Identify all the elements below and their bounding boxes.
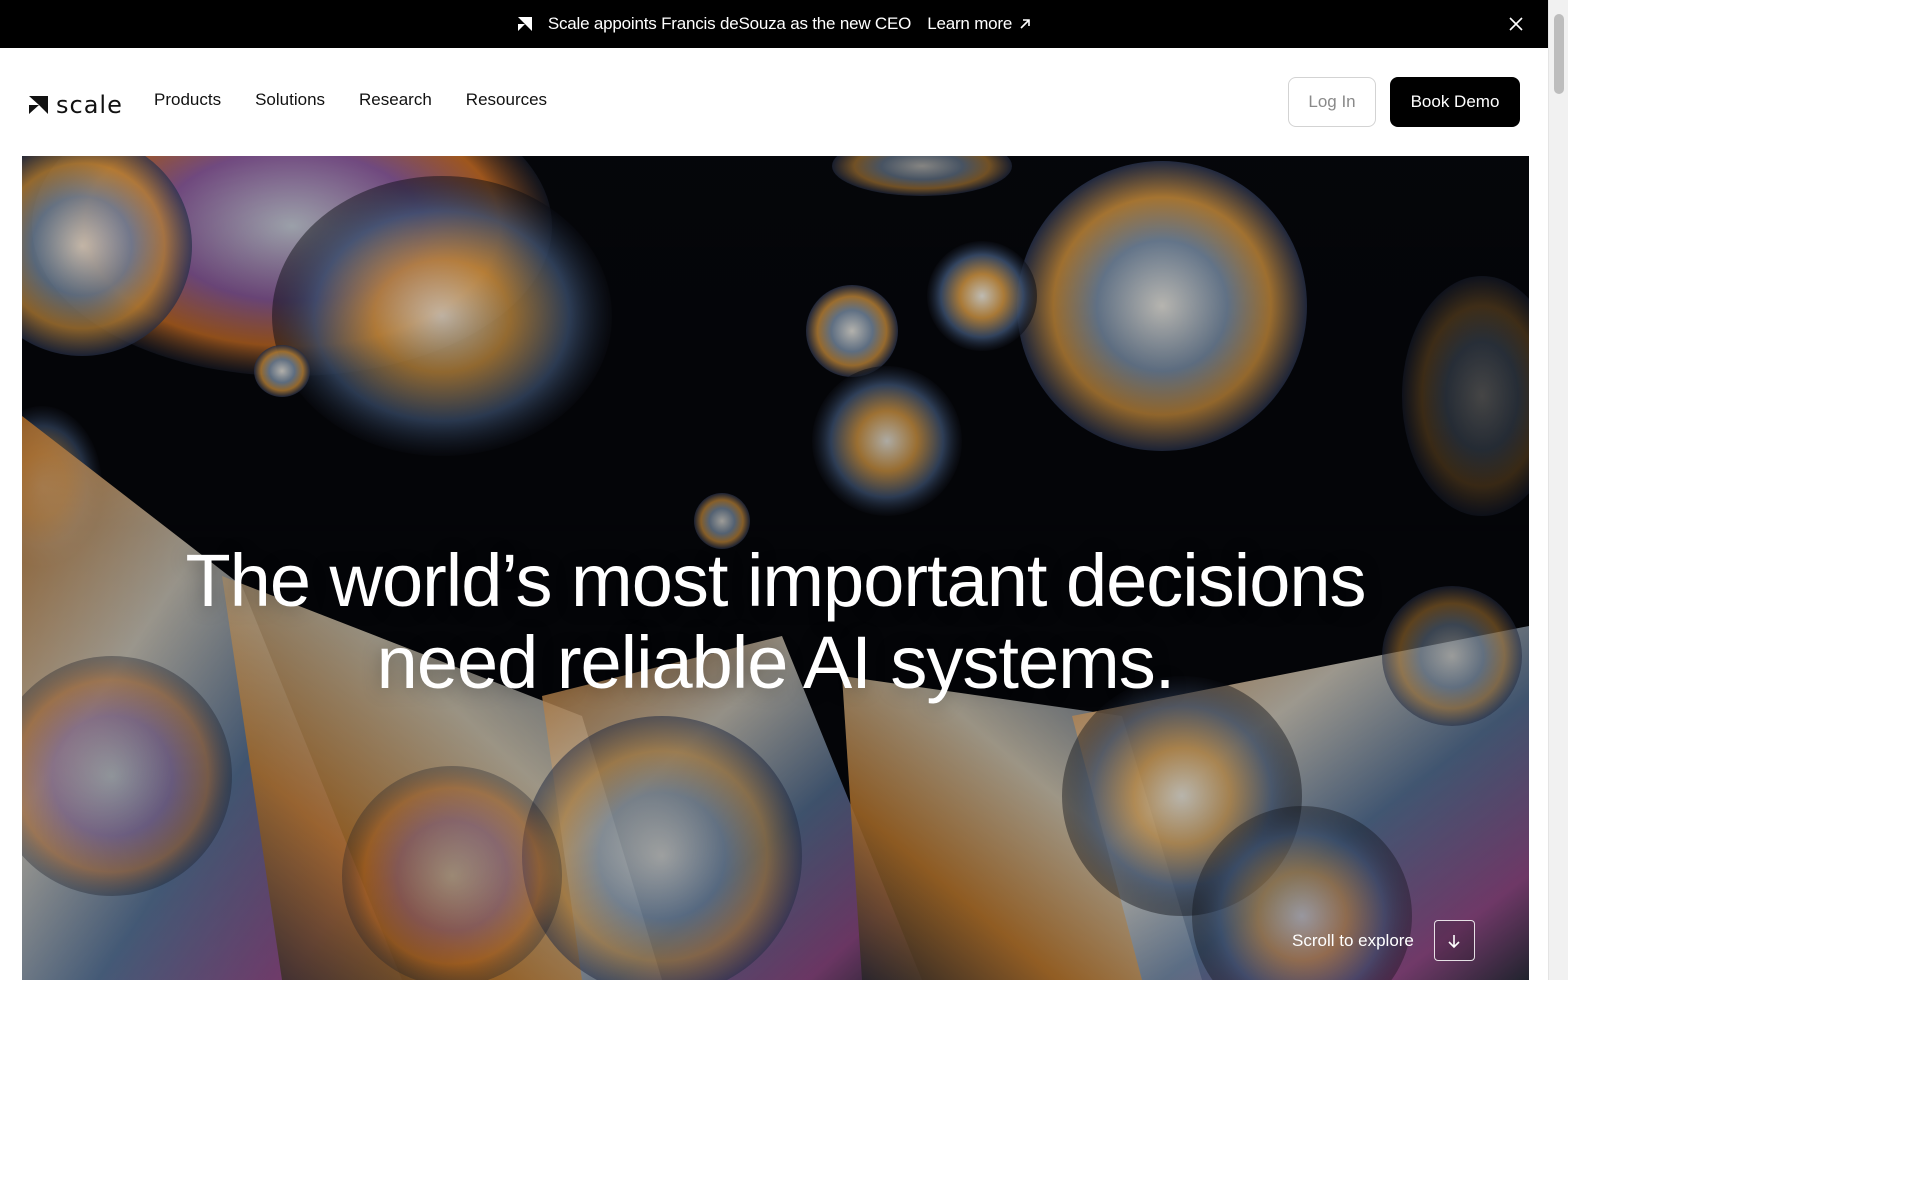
learn-more-link[interactable]: Learn more bbox=[927, 14, 1032, 34]
scale-logo-icon bbox=[517, 17, 532, 31]
brand-wordmark: scale bbox=[56, 91, 123, 119]
scrollbar-thumb[interactable] bbox=[1554, 14, 1564, 94]
hero-headline: The world’s most important decisions nee… bbox=[22, 540, 1529, 704]
announcement-text: Scale appoints Francis deSouza as the ne… bbox=[547, 14, 912, 33]
close-icon[interactable] bbox=[1506, 14, 1526, 34]
hero-headline-line-1: The world’s most important decisions bbox=[185, 539, 1366, 622]
site-header: scale Products Solutions Research Resour… bbox=[0, 48, 1548, 156]
hero-section: The world’s most important decisions nee… bbox=[22, 156, 1529, 980]
arrow-up-right-icon bbox=[1020, 19, 1030, 29]
scroll-to-explore[interactable]: Scroll to explore bbox=[1292, 920, 1475, 961]
announcement-bar: Scale appoints Francis deSouza as the ne… bbox=[0, 0, 1548, 48]
login-button[interactable]: Log In bbox=[1288, 77, 1376, 127]
nav-research[interactable]: Research bbox=[359, 90, 432, 110]
scroll-down-button[interactable] bbox=[1433, 920, 1475, 961]
nav-resources[interactable]: Resources bbox=[466, 90, 547, 110]
nav-solutions[interactable]: Solutions bbox=[255, 90, 325, 110]
book-demo-button[interactable]: Book Demo bbox=[1390, 77, 1520, 127]
page-scrollbar[interactable] bbox=[1548, 0, 1568, 980]
scroll-label: Scroll to explore bbox=[1292, 930, 1414, 950]
nav-products[interactable]: Products bbox=[154, 90, 221, 110]
main-nav: Products Solutions Research Resources bbox=[154, 90, 547, 110]
brand-logo[interactable]: scale bbox=[28, 91, 123, 119]
learn-more-label: Learn more bbox=[927, 14, 1013, 33]
hero-headline-line-2: need reliable AI systems. bbox=[376, 621, 1176, 704]
scale-logo-icon bbox=[29, 96, 48, 114]
arrow-down-icon bbox=[1448, 934, 1460, 948]
